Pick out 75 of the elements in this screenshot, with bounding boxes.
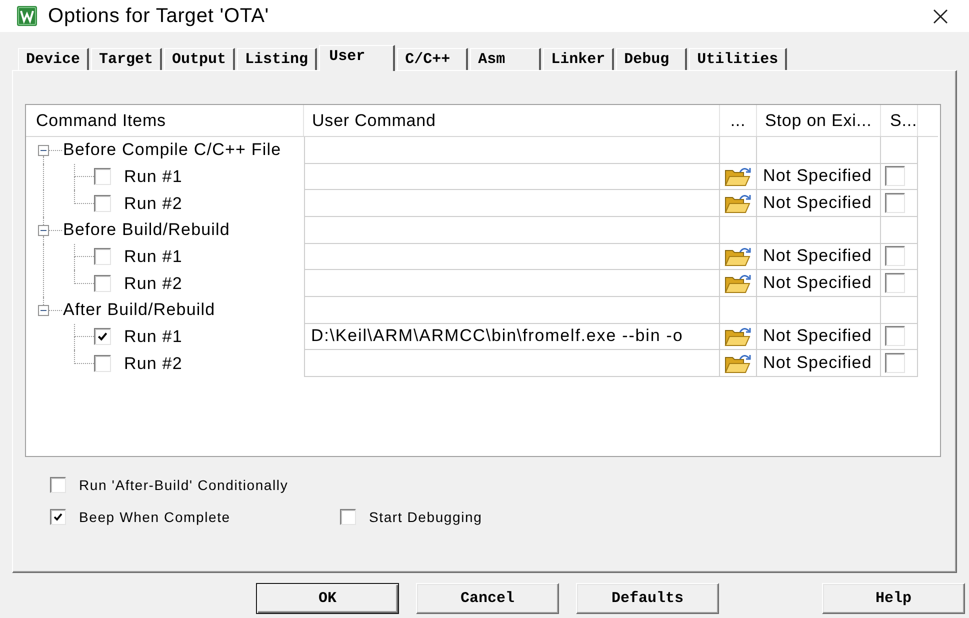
tree-group-label[interactable]: After Build/Rebuild <box>63 300 216 320</box>
checkbox[interactable] <box>94 195 111 212</box>
tab[interactable]: Utilities <box>689 48 788 70</box>
tree-item-label[interactable]: Run #2 <box>124 354 182 374</box>
table-cell: Not Specified <box>763 246 872 266</box>
folder-open-icon[interactable] <box>724 245 752 268</box>
folder-open-icon[interactable] <box>724 165 752 188</box>
app-logo-icon <box>17 6 37 26</box>
checkbox[interactable] <box>885 353 905 374</box>
command-field[interactable] <box>304 270 720 297</box>
table-cell: Not Specified <box>763 326 872 346</box>
tab[interactable]: Device <box>18 48 90 70</box>
checkbox[interactable] <box>94 248 111 266</box>
tab[interactable]: Target <box>91 48 162 70</box>
checkbox[interactable] <box>885 193 905 214</box>
tree-item-label[interactable]: Run #2 <box>124 194 182 214</box>
tab[interactable]: C/C++ <box>397 48 468 70</box>
checkbox[interactable] <box>885 273 905 294</box>
checkbox[interactable] <box>885 246 905 266</box>
folder-open-icon[interactable] <box>724 352 752 374</box>
tree-line <box>49 150 62 151</box>
table-cell: Not Specified <box>763 273 872 294</box>
command-field[interactable] <box>304 350 720 377</box>
checkbox-label[interactable]: Start Debugging <box>369 509 482 525</box>
tree-group-label[interactable]: Before Build/Rebuild <box>63 220 230 240</box>
collapse-icon[interactable] <box>38 144 48 156</box>
tab[interactable]: User <box>319 45 396 71</box>
dialog-button[interactable]: Defaults <box>576 583 719 614</box>
column-header: Command Items <box>26 105 304 136</box>
dialog-button[interactable]: Cancel <box>416 583 559 614</box>
checkbox[interactable] <box>94 355 111 372</box>
folder-open-icon[interactable] <box>724 272 752 294</box>
tab[interactable]: Asm <box>470 48 542 70</box>
column-header: ... <box>720 105 757 136</box>
tree-line <box>49 230 62 231</box>
checkbox[interactable] <box>885 166 905 186</box>
command-field[interactable] <box>304 244 720 270</box>
tab[interactable]: Debug <box>616 48 688 70</box>
tree-line <box>49 310 62 311</box>
checkbox[interactable] <box>94 168 111 186</box>
command-field[interactable]: D:\Keil\ARM\ARMCC\bin\fromelf.exe --bin -o <box>304 324 720 350</box>
column-header: S... <box>881 105 918 136</box>
checkbox[interactable] <box>340 509 356 525</box>
table-cell: Not Specified <box>763 166 872 186</box>
table-cell: Not Specified <box>763 193 872 214</box>
tree-group-label[interactable]: Before Compile C/C++ File <box>63 140 282 160</box>
tree-item-label[interactable]: Run #1 <box>124 326 182 347</box>
command-field[interactable] <box>304 190 720 217</box>
column-header: Stop on Exi... <box>757 105 881 136</box>
checkbox[interactable] <box>94 328 111 346</box>
collapse-icon[interactable] <box>38 224 48 236</box>
checkbox[interactable] <box>885 326 905 346</box>
tab[interactable]: Listing <box>237 48 318 70</box>
checkmark-icon <box>53 512 63 522</box>
close-icon <box>932 8 948 24</box>
checkbox-label[interactable]: Beep When Complete <box>79 509 230 525</box>
window-title: Options for Target 'OTA' <box>48 4 270 28</box>
dialog-button[interactable]: Help <box>822 583 965 614</box>
tree-item-label[interactable]: Run #1 <box>124 166 182 187</box>
tab[interactable]: Output <box>164 48 236 70</box>
checkbox[interactable] <box>94 275 111 292</box>
checkbox[interactable] <box>50 477 66 493</box>
checkbox[interactable] <box>50 509 66 525</box>
folder-open-icon[interactable] <box>724 325 752 348</box>
tree-item-label[interactable]: Run #1 <box>124 246 182 267</box>
checkbox-label[interactable]: Run 'After-Build' Conditionally <box>79 477 288 493</box>
folder-open-icon[interactable] <box>724 192 752 214</box>
tab[interactable]: Linker <box>543 48 614 70</box>
tree-item-label[interactable]: Run #2 <box>124 274 182 294</box>
collapse-icon[interactable] <box>38 304 48 316</box>
command-field[interactable] <box>304 164 720 190</box>
checkmark-icon <box>97 331 108 342</box>
dialog-button[interactable]: OK <box>256 583 399 614</box>
table-cell: Not Specified <box>763 353 872 374</box>
column-header: User Command <box>304 105 720 136</box>
